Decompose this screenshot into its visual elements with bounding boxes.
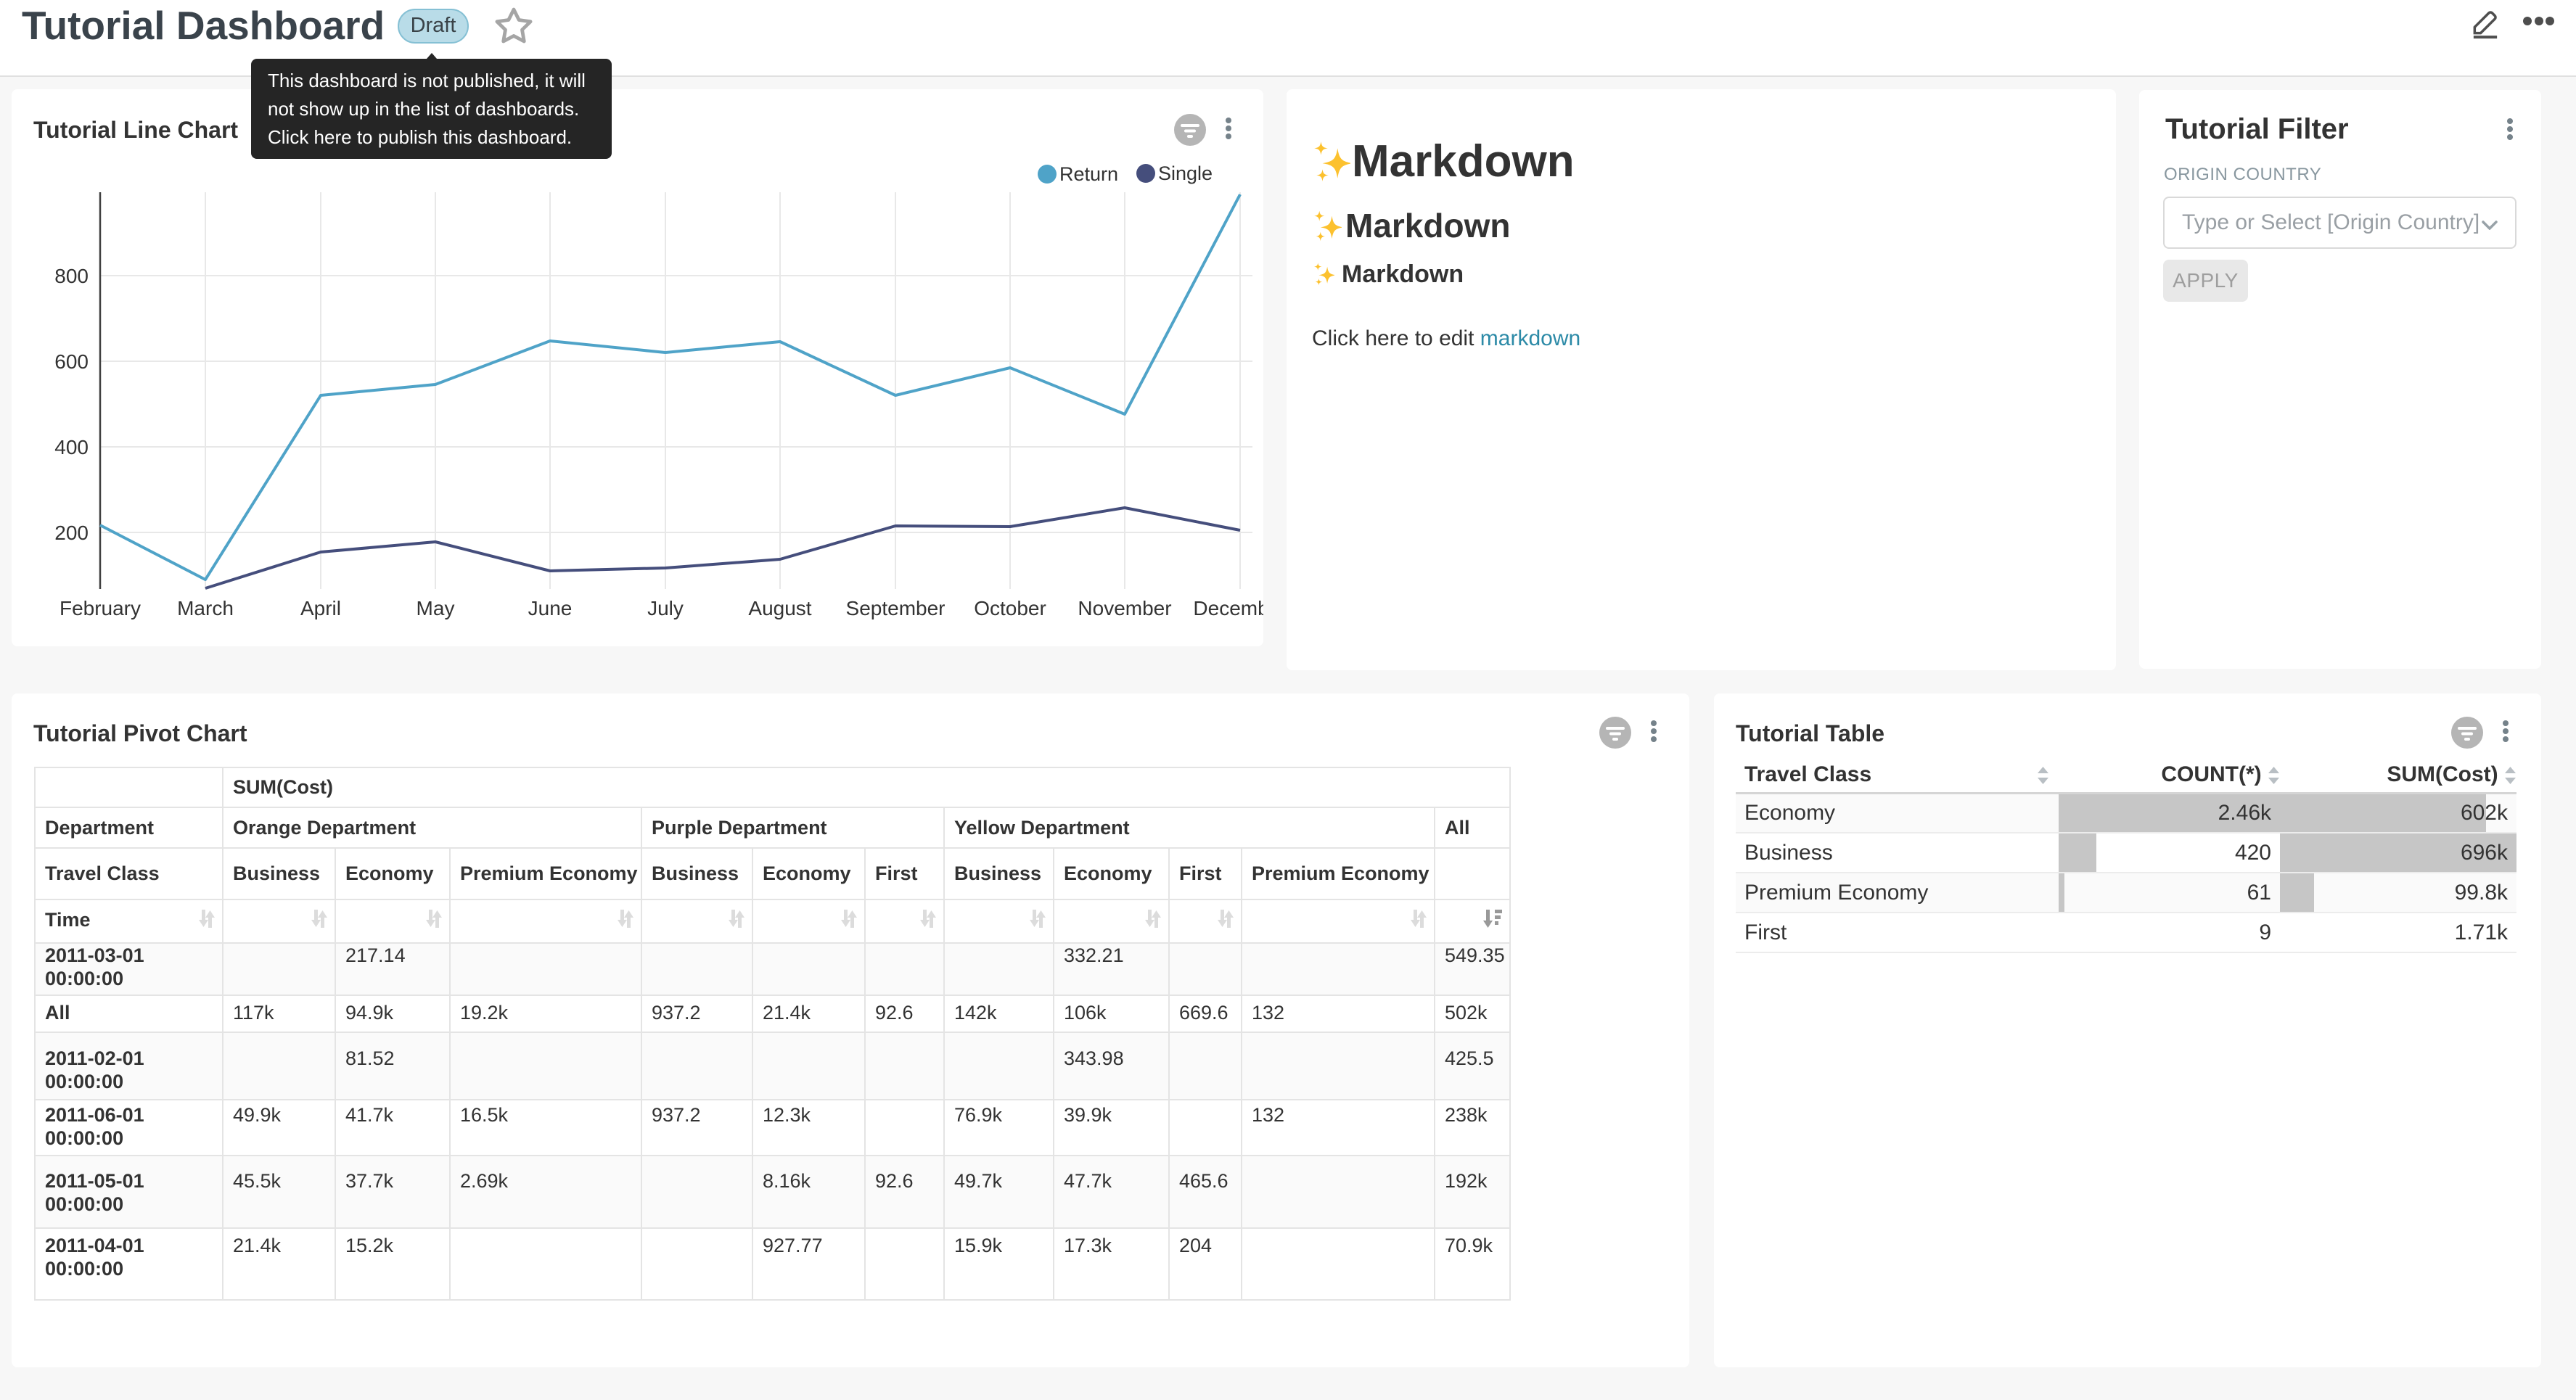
svg-text:600: 600 xyxy=(54,350,89,373)
svg-text:July: July xyxy=(647,597,684,619)
svg-text:November: November xyxy=(1078,597,1171,619)
svg-text:September: September xyxy=(846,597,946,619)
svg-text:June: June xyxy=(528,597,573,619)
svg-text:April: April xyxy=(300,597,341,619)
svg-text:Single: Single xyxy=(1158,162,1213,184)
svg-text:May: May xyxy=(417,597,455,619)
svg-text:400: 400 xyxy=(54,436,89,458)
svg-text:October: October xyxy=(974,597,1046,619)
svg-text:December: December xyxy=(1193,597,1263,619)
svg-text:August: August xyxy=(748,597,811,619)
svg-text:800: 800 xyxy=(54,265,89,287)
svg-text:March: March xyxy=(177,597,234,619)
svg-text:200: 200 xyxy=(54,522,89,544)
svg-text:Return: Return xyxy=(1059,163,1118,185)
svg-text:February: February xyxy=(60,597,141,619)
